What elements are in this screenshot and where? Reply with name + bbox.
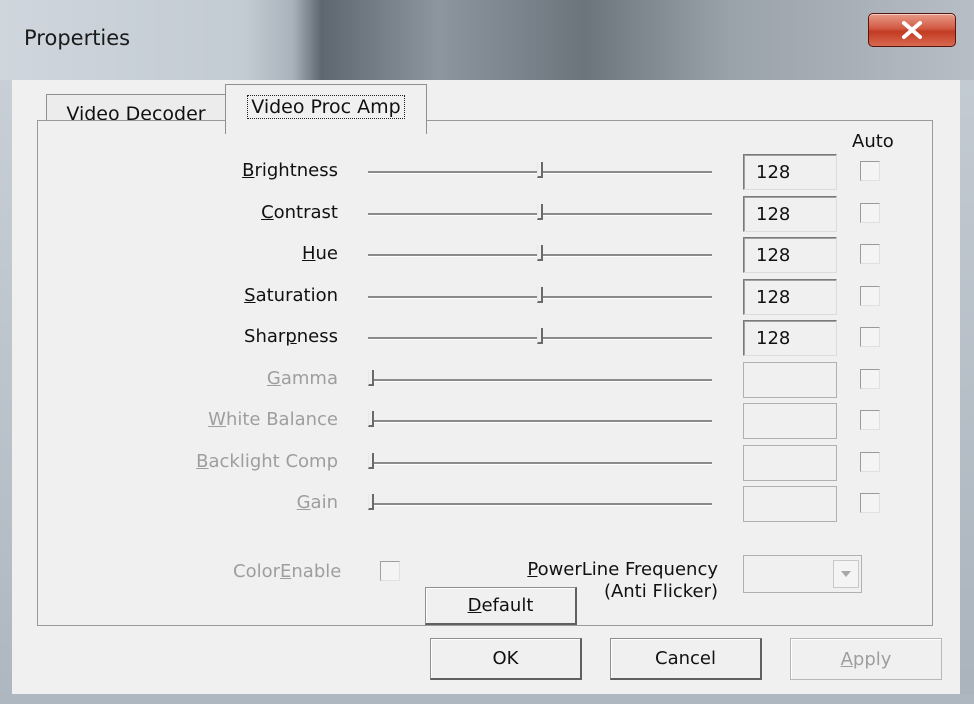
- gain-value-field[interactable]: [743, 486, 837, 522]
- contrast-slider-thumb[interactable]: [537, 203, 543, 220]
- close-icon: [902, 21, 922, 39]
- close-button[interactable]: [868, 13, 956, 47]
- hue-slider[interactable]: [368, 245, 712, 261]
- tab-video-proc-amp[interactable]: Video Proc Amp: [225, 84, 427, 134]
- gain-slider[interactable]: [368, 494, 712, 510]
- tab-label: Video Proc Amp: [247, 94, 405, 119]
- cancel-button-label: Cancel: [655, 648, 716, 669]
- apply-button[interactable]: Apply: [790, 638, 942, 680]
- contrast-label: Contrast: [261, 201, 338, 223]
- gamma-auto-checkbox[interactable]: [860, 368, 880, 389]
- window-frame-bottom: [0, 694, 974, 704]
- hue-value-field[interactable]: 128: [743, 237, 837, 273]
- sharpness-slider[interactable]: [368, 328, 712, 344]
- white-balance-label: White Balance: [208, 409, 338, 430]
- gamma-slider-thumb[interactable]: [368, 369, 374, 386]
- saturation-auto-checkbox[interactable]: [860, 285, 880, 306]
- color-enable-label: ColorEnable: [233, 561, 342, 582]
- dialog-client-area: Video Decoder Video Proc Amp Auto Bright…: [12, 80, 960, 694]
- hue-slider-thumb[interactable]: [537, 245, 543, 261]
- brightness-slider-thumb[interactable]: [537, 162, 543, 178]
- saturation-slider-thumb[interactable]: [537, 286, 543, 303]
- dropdown-arrow[interactable]: [833, 560, 859, 588]
- brightness-auto-checkbox[interactable]: [860, 161, 880, 181]
- brightness-label: Brightness: [242, 160, 338, 181]
- sharpness-label: Sharpness: [244, 326, 338, 347]
- ok-button[interactable]: OK: [430, 638, 582, 680]
- powerline-frequency-select[interactable]: [743, 555, 862, 593]
- gamma-value-field[interactable]: [743, 361, 837, 398]
- backlight-comp-label: Backlight Comp: [196, 450, 338, 472]
- contrast-value-field[interactable]: 128: [743, 195, 837, 232]
- sharpness-value-field[interactable]: 128: [743, 320, 837, 356]
- gain-auto-checkbox[interactable]: [860, 493, 880, 513]
- saturation-slider[interactable]: [368, 286, 712, 303]
- hue-label: Hue: [301, 243, 338, 264]
- backlight-comp-value-field[interactable]: [743, 444, 837, 481]
- ok-button-label: OK: [492, 648, 519, 669]
- default-button[interactable]: Default: [425, 587, 577, 625]
- powerline-label-line1: PowerLine Frequency: [527, 559, 718, 580]
- chevron-down-icon: [841, 571, 851, 577]
- contrast-auto-checkbox[interactable]: [860, 202, 880, 223]
- brightness-slider[interactable]: [368, 162, 712, 178]
- sharpness-auto-checkbox[interactable]: [860, 327, 880, 347]
- window-frame-right: [960, 80, 974, 704]
- gamma-slider[interactable]: [368, 369, 712, 386]
- sharpness-slider-thumb[interactable]: [537, 328, 543, 344]
- gain-slider-thumb[interactable]: [368, 494, 374, 510]
- brightness-value-field[interactable]: 128: [743, 154, 837, 190]
- window-title: Properties: [24, 26, 131, 50]
- color-enable-checkbox[interactable]: [380, 561, 400, 581]
- saturation-label: Saturation: [244, 284, 338, 306]
- cancel-button[interactable]: Cancel: [610, 638, 762, 680]
- contrast-slider[interactable]: [368, 203, 712, 220]
- saturation-value-field[interactable]: 128: [743, 278, 837, 315]
- white-balance-slider-thumb[interactable]: [368, 411, 374, 427]
- backlight-comp-slider[interactable]: [368, 452, 712, 469]
- default-button-label: Default: [467, 595, 534, 616]
- gain-label: Gain: [296, 492, 338, 513]
- white-balance-slider[interactable]: [368, 411, 712, 427]
- backlight-comp-slider-thumb[interactable]: [368, 452, 374, 469]
- white-balance-auto-checkbox[interactable]: [860, 410, 880, 430]
- window-frame-left: [0, 80, 12, 704]
- hue-auto-checkbox[interactable]: [860, 244, 880, 264]
- gamma-label: Gamma: [266, 367, 338, 389]
- tab-panel: Auto Brightness 128 Contrast 128 Hue 128 Satur…: [37, 120, 933, 626]
- auto-column-header: Auto: [852, 131, 894, 152]
- title-bar: Properties: [0, 0, 974, 80]
- backlight-comp-auto-checkbox[interactable]: [860, 451, 880, 472]
- white-balance-value-field[interactable]: [743, 403, 837, 439]
- apply-button-label: Apply: [840, 648, 892, 670]
